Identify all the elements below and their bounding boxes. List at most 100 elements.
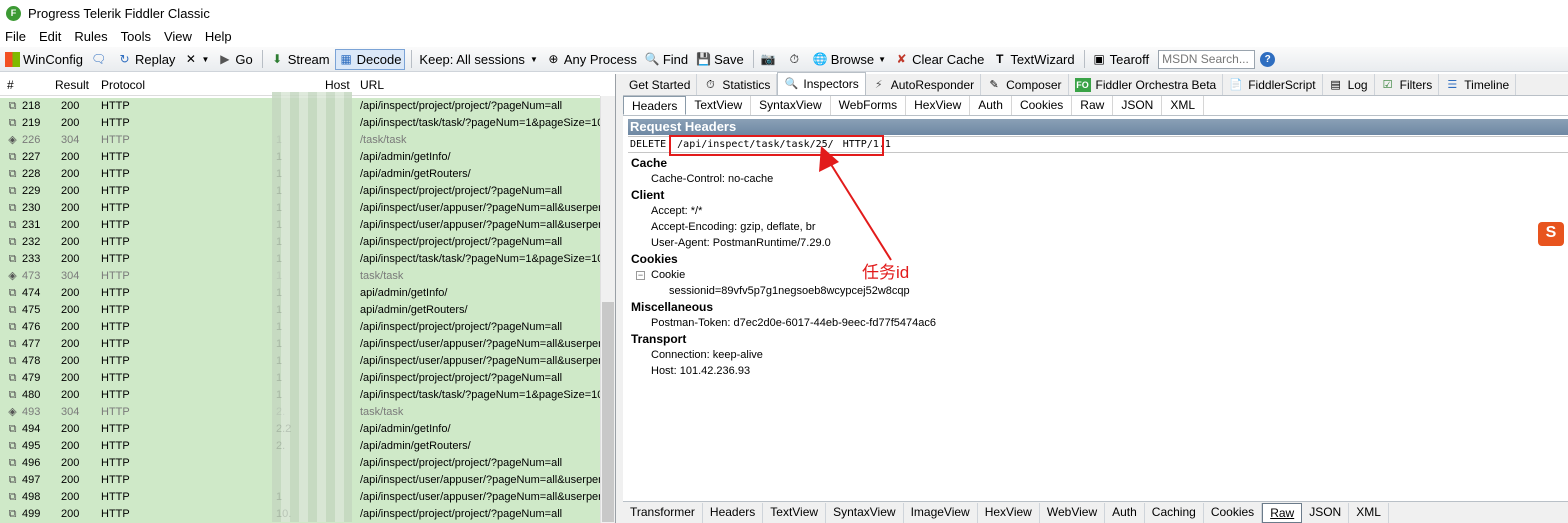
- stream-arrow-icon: ⬇: [272, 51, 283, 66]
- pane-splitter[interactable]: [616, 74, 623, 523]
- response-tab-headers[interactable]: Headers: [703, 502, 764, 523]
- tab-statistics[interactable]: ⏱ Statistics: [697, 74, 778, 95]
- tab-composer[interactable]: ✎ Composer: [981, 74, 1069, 95]
- tab-inspectors[interactable]: 🔍 Inspectors: [777, 72, 866, 95]
- play-icon: ▶: [220, 51, 230, 66]
- save-button[interactable]: 💾 Save: [693, 49, 747, 70]
- session-url: /api/inspect/project/project/?pageNum=al…: [360, 457, 563, 469]
- session-id: 499: [22, 508, 41, 520]
- any-process-button[interactable]: ⊕ Any Process: [543, 49, 640, 70]
- request-tab-webforms[interactable]: WebForms: [831, 96, 907, 115]
- fiddler-logo-icon: F: [6, 5, 21, 21]
- go-button[interactable]: ▶ Go: [214, 49, 255, 70]
- comment-button[interactable]: 🗨: [88, 49, 112, 70]
- collapse-toggle-icon[interactable]: −: [636, 270, 645, 280]
- menu-rules[interactable]: Rules: [74, 29, 107, 44]
- msdn-search-input[interactable]: MSDN Search...: [1158, 49, 1256, 69]
- menu-file[interactable]: File: [5, 29, 26, 44]
- timer-button[interactable]: ⏱: [784, 49, 808, 70]
- header-group-miscellaneous[interactable]: Miscellaneous: [631, 299, 1331, 315]
- header-item[interactable]: Accept: */*: [631, 203, 1331, 219]
- column-id[interactable]: #: [7, 78, 14, 92]
- response-tab-xml[interactable]: XML: [1349, 502, 1389, 523]
- response-tab-transformer[interactable]: Transformer: [623, 502, 703, 523]
- response-tab-hexview[interactable]: HexView: [978, 502, 1040, 523]
- keep-sessions-dropdown[interactable]: Keep: All sessions ▼: [416, 49, 540, 70]
- request-tab-syntaxview[interactable]: SyntaxView: [751, 96, 831, 115]
- column-protocol[interactable]: Protocol: [101, 78, 145, 92]
- find-button[interactable]: 🔍 Find: [642, 49, 691, 70]
- response-tab-syntaxview[interactable]: SyntaxView: [826, 502, 904, 523]
- stream-button[interactable]: ⬇ Stream: [267, 49, 333, 70]
- request-tab-headers[interactable]: Headers: [623, 96, 687, 115]
- header-group-cookies[interactable]: Cookies: [631, 251, 1331, 267]
- request-tab-textview[interactable]: TextView: [686, 96, 752, 115]
- tab-timeline[interactable]: ☰ Timeline: [1439, 74, 1517, 95]
- header-item[interactable]: User-Agent: PostmanRuntime/7.29.0: [631, 235, 1331, 251]
- tab-fiddlerscript[interactable]: 📄 FiddlerScript: [1223, 74, 1323, 95]
- header-item-cookie[interactable]: − Cookie: [631, 267, 1331, 283]
- response-tab-auth[interactable]: Auth: [1105, 502, 1145, 523]
- request-inspector-tabs: Headers TextView SyntaxView WebForms Hex…: [623, 96, 1568, 116]
- toolbar-separator: [411, 50, 413, 68]
- session-protocol: HTTP: [101, 185, 130, 197]
- menu-edit[interactable]: Edit: [39, 29, 61, 44]
- session-type-icon: ⧉: [8, 253, 17, 265]
- response-tab-cookies[interactable]: Cookies: [1204, 502, 1263, 523]
- menu-view[interactable]: View: [164, 29, 192, 44]
- session-type-icon: ⧉: [8, 474, 17, 486]
- response-tab-webview[interactable]: WebView: [1040, 502, 1106, 523]
- session-id: 474: [22, 287, 41, 299]
- header-item[interactable]: Connection: keep-alive: [631, 347, 1331, 363]
- response-tab-imageview[interactable]: ImageView: [904, 502, 978, 523]
- header-group-client[interactable]: Client: [631, 187, 1331, 203]
- replay-button[interactable]: ↻ Replay: [114, 49, 178, 70]
- tab-fiddler-orchestra[interactable]: FO Fiddler Orchestra Beta: [1069, 74, 1224, 95]
- request-tab-hexview[interactable]: HexView: [906, 96, 971, 115]
- request-tab-cookies[interactable]: Cookies: [1012, 96, 1073, 115]
- help-icon[interactable]: ?: [1260, 51, 1276, 67]
- column-result[interactable]: Result: [55, 78, 89, 92]
- winconfig-button[interactable]: WinConfig: [2, 49, 86, 70]
- tab-filters[interactable]: ☑ Filters: [1375, 74, 1440, 95]
- tab-autoresponder[interactable]: ⚡ AutoResponder: [866, 74, 982, 95]
- tab-log[interactable]: ▤ Log: [1323, 74, 1375, 95]
- request-tab-auth[interactable]: Auth: [970, 96, 1012, 115]
- session-id: 218: [22, 100, 41, 112]
- request-tab-xml[interactable]: XML: [1162, 96, 1205, 115]
- header-item[interactable]: Postman-Token: d7ec2d0e-6017-44eb-9eec-f…: [631, 315, 1331, 331]
- menu-help[interactable]: Help: [205, 29, 232, 44]
- screenshot-button[interactable]: 📷: [758, 49, 782, 70]
- clear-cache-button[interactable]: ✘ Clear Cache: [891, 49, 987, 70]
- session-id: 219: [22, 117, 41, 129]
- response-tab-raw[interactable]: Raw: [1262, 502, 1303, 523]
- session-type-icon: ◈: [8, 134, 17, 146]
- response-tab-caching[interactable]: Caching: [1145, 502, 1204, 523]
- browse-button[interactable]: 🌐 Browse ▼: [810, 49, 889, 70]
- column-host[interactable]: Host: [325, 78, 350, 92]
- session-type-icon: ⧉: [8, 185, 17, 197]
- cookie-value[interactable]: sessionid=89vfv5p7g1negsoeb8wcypcej52w8c…: [631, 283, 1331, 299]
- header-item[interactable]: Accept-Encoding: gzip, deflate, br: [631, 219, 1331, 235]
- session-result: 200: [61, 219, 80, 231]
- tearoff-button[interactable]: ▣ Tearoff: [1089, 49, 1153, 70]
- session-id: 228: [22, 168, 41, 180]
- header-group-cache[interactable]: Cache: [631, 155, 1331, 171]
- header-group-transport[interactable]: Transport: [631, 331, 1331, 347]
- header-item[interactable]: Host: 101.42.236.93: [631, 363, 1331, 379]
- header-item[interactable]: Cache-Control: no-cache: [631, 171, 1331, 187]
- response-tab-textview[interactable]: TextView: [763, 502, 827, 523]
- menu-bar: File Edit Rules Tools View Help: [0, 26, 1568, 46]
- session-type-icon: ⧉: [8, 321, 17, 333]
- menu-tools[interactable]: Tools: [121, 29, 151, 44]
- sessions-scrollbar-thumb[interactable]: [602, 302, 614, 522]
- column-url[interactable]: URL: [360, 78, 384, 92]
- sogou-ime-icon[interactable]: S: [1538, 222, 1564, 246]
- tab-get-started[interactable]: Get Started: [623, 74, 698, 95]
- request-tab-json[interactable]: JSON: [1113, 96, 1163, 115]
- textwizard-button[interactable]: T TextWizard: [989, 49, 1077, 70]
- request-tab-raw[interactable]: Raw: [1072, 96, 1114, 115]
- decode-button[interactable]: ▦ Decode: [334, 48, 406, 70]
- remove-button[interactable]: ✕ ▼: [180, 49, 212, 70]
- response-tab-json[interactable]: JSON: [1302, 502, 1350, 523]
